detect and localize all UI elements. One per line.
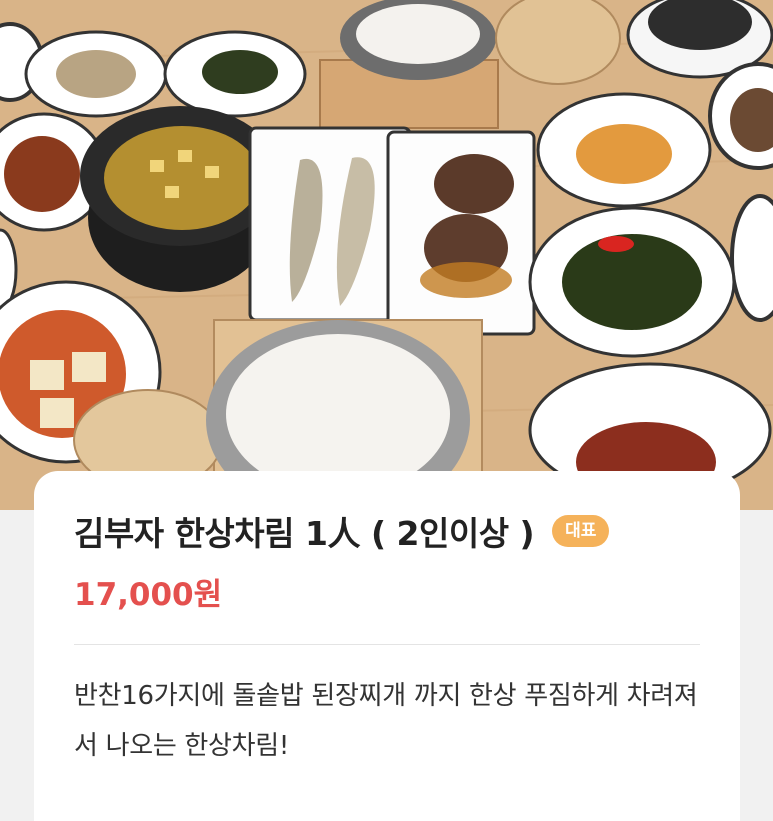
menu-item-price: 17,000원: [74, 577, 223, 613]
divider: [74, 644, 700, 645]
menu-item-card[interactable]: 김부자 한상차림 1人 ( 2인이상 ) 대표 17,000원 반찬16가지에 …: [34, 471, 740, 821]
menu-item-description: 반찬16가지에 돌솥밥 된장찌개 까지 한상 푸짐하게 차려져서 나오는 한상차…: [74, 681, 698, 761]
menu-item-name: 김부자 한상차림 1人 ( 2인이상 ): [74, 514, 535, 553]
menu-photo: [0, 0, 773, 510]
signature-badge: 대표: [552, 515, 610, 547]
title-row: 김부자 한상차림 1人 ( 2인이상 ) 대표: [74, 507, 700, 555]
